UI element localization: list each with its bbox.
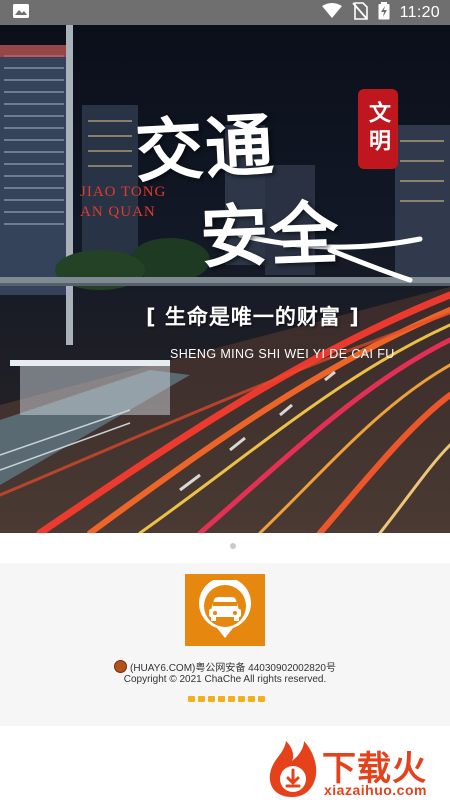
banner-carousel[interactable]: 交通 安全 文明 JIAO TONG AN QUAN [ 生命是唯一的财富 ] …: [0, 25, 450, 533]
police-badge-icon: [113, 660, 127, 673]
loading-dot: [258, 696, 265, 702]
pager-dot[interactable]: [230, 543, 236, 549]
loading-dot: [218, 696, 225, 702]
banner-slogan: [ 生命是唯一的财富 ]: [146, 305, 360, 329]
flame-download-icon: [269, 741, 317, 797]
copyright-text: Copyright © 2021 ChaChe All rights reser…: [123, 674, 327, 685]
no-sim-icon: [351, 1, 368, 24]
icp-text: (HUAY6.COM)粤公网安备 44030902002820号: [129, 663, 336, 674]
loading-indicator: [188, 696, 265, 702]
splash-footer: (HUAY6.COM)粤公网安备 44030902002820号 Copyrig…: [0, 563, 450, 726]
status-time: 11:20: [399, 3, 440, 21]
loading-dot: [238, 696, 245, 702]
banner-pinyin: JIAO TONG AN QUAN: [80, 184, 167, 220]
battery-charging-icon: [378, 1, 390, 24]
watermark-url: xiazaihuo.com: [324, 782, 427, 798]
loading-dot: [198, 696, 205, 702]
app-logo: [185, 574, 265, 646]
image-icon: [12, 3, 30, 23]
loading-dot: [248, 696, 255, 702]
banner-title-line2: 安全: [198, 193, 342, 279]
car-location-icon: [199, 580, 251, 638]
banner-slogan-pinyin: SHENG MING SHI WEI YI DE CAI FU: [170, 347, 395, 361]
banner-seal: 文明: [358, 89, 398, 169]
loading-dot: [188, 696, 195, 702]
loading-dot: [228, 696, 235, 702]
loading-dot: [208, 696, 215, 702]
watermark: 下载火 xiazaihuo.com: [264, 737, 450, 800]
carousel-pager: [0, 533, 450, 563]
wifi-icon: [321, 2, 342, 23]
icp-record[interactable]: (HUAY6.COM)粤公网安备 44030902002820号: [0, 659, 450, 674]
status-bar: 11:20: [0, 0, 450, 25]
